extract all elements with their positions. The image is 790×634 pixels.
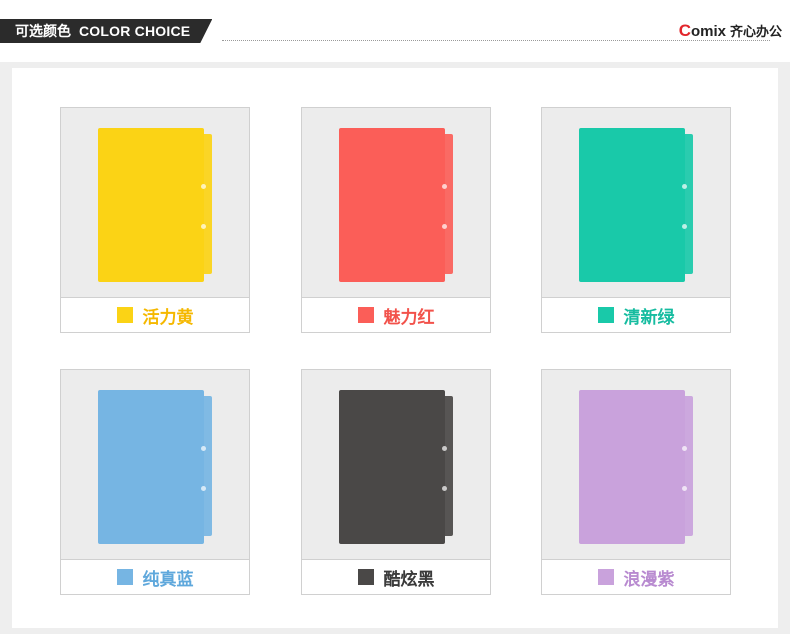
folder-flap: [685, 134, 693, 274]
folder-body: [339, 128, 445, 282]
folder-slot: [442, 184, 447, 189]
color-name: 活力黄: [142, 307, 194, 328]
section-title-en: COLOR CHOICE: [79, 23, 191, 39]
color-swatch: [597, 307, 614, 323]
color-swatch: [357, 569, 374, 585]
folder-body: [98, 390, 204, 544]
product-photo: [302, 370, 490, 560]
brand-name-cn: 齐心办公: [729, 25, 782, 40]
folder-image: [98, 390, 214, 544]
folder-slot: [442, 486, 447, 491]
color-panel: 活力黄 魅力红 清新绿 纯真蓝 酷炫黑 浪漫紫: [0, 62, 790, 634]
color-name: 浪漫紫: [623, 569, 675, 590]
section-title-cn: 可选颜色: [15, 24, 71, 40]
color-label: 魅力红: [302, 298, 490, 332]
brand-logo: Comix: [679, 21, 726, 41]
color-label: 纯真蓝: [61, 560, 249, 594]
color-card: 酷炫黑: [301, 369, 491, 595]
product-photo: [542, 370, 730, 560]
folder-slot: [201, 224, 206, 229]
product-photo: [302, 108, 490, 298]
folder-body: [579, 390, 685, 544]
color-swatch: [357, 307, 374, 323]
folder-body: [339, 390, 445, 544]
color-card: 魅力红: [301, 107, 491, 333]
section-title-tag: 可选颜色 COLOR CHOICE: [0, 19, 212, 43]
folder-image: [579, 128, 695, 282]
color-card: 清新绿: [541, 107, 731, 333]
color-label: 酷炫黑: [302, 560, 490, 594]
product-photo: [542, 108, 730, 298]
folder-body: [579, 128, 685, 282]
header: 可选颜色 COLOR CHOICE Comix 齐心办公: [0, 0, 790, 62]
color-grid: 活力黄 魅力红 清新绿 纯真蓝 酷炫黑 浪漫紫: [12, 68, 778, 628]
brand: Comix 齐心办公: [679, 21, 782, 41]
folder-image: [339, 128, 455, 282]
folder-image: [579, 390, 695, 544]
color-name: 纯真蓝: [142, 569, 194, 590]
color-label: 清新绿: [542, 298, 730, 332]
product-photo: [61, 108, 249, 298]
color-card: 活力黄: [60, 107, 250, 333]
brand-logo-initial: C: [678, 21, 691, 40]
folder-slot: [201, 446, 206, 451]
color-swatch: [597, 569, 614, 585]
color-card: 纯真蓝: [60, 369, 250, 595]
folder-image: [98, 128, 214, 282]
color-swatch: [116, 307, 133, 323]
folder-body: [98, 128, 204, 282]
folder-flap: [445, 396, 453, 536]
folder-flap: [204, 396, 212, 536]
product-photo: [61, 370, 249, 560]
folder-slot: [201, 184, 206, 189]
color-name: 清新绿: [623, 307, 675, 328]
folder-image: [339, 390, 455, 544]
brand-logo-text: omix: [690, 23, 726, 40]
color-label: 浪漫紫: [542, 560, 730, 594]
folder-slot: [682, 486, 687, 491]
folder-slot: [442, 224, 447, 229]
folder-flap: [204, 134, 212, 274]
folder-slot: [201, 486, 206, 491]
folder-slot: [682, 184, 687, 189]
folder-flap: [445, 134, 453, 274]
color-swatch: [116, 569, 133, 585]
folder-slot: [442, 446, 447, 451]
color-name: 酷炫黑: [383, 569, 435, 590]
folder-flap: [685, 396, 693, 536]
folder-slot: [682, 446, 687, 451]
color-card: 浪漫紫: [541, 369, 731, 595]
folder-slot: [682, 224, 687, 229]
color-name: 魅力红: [383, 307, 435, 328]
color-label: 活力黄: [61, 298, 249, 332]
